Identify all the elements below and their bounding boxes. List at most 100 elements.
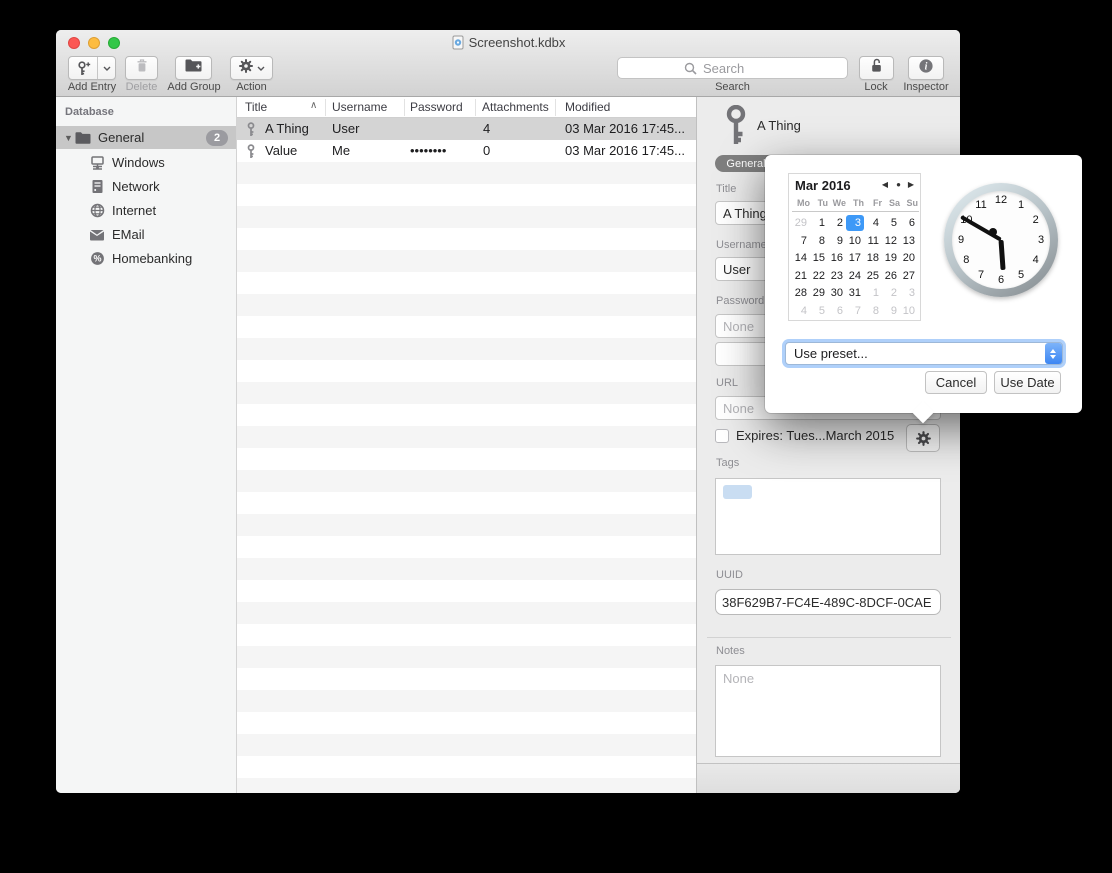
calendar-day[interactable]: 7 (846, 303, 864, 319)
empty-row (237, 448, 696, 470)
clock-number: 6 (993, 274, 1009, 286)
table-row[interactable]: A ThingUser403 Mar 2016 17:45... (237, 118, 696, 140)
calendar-day[interactable]: 28 (792, 285, 810, 301)
calendar-day[interactable]: 22 (810, 268, 828, 284)
calendar-day[interactable]: 21 (792, 268, 810, 284)
calendar-day[interactable]: 24 (846, 268, 864, 284)
delete-button[interactable] (125, 56, 158, 80)
calendar-day[interactable]: 6 (900, 215, 918, 231)
clock[interactable]: 123456789101112 (944, 183, 1058, 297)
sidebar-item-windows[interactable]: Windows (56, 151, 236, 174)
today-icon[interactable]: ● (896, 180, 901, 189)
calendar-day[interactable]: 5 (810, 303, 828, 319)
calendar-day[interactable]: 13 (900, 233, 918, 249)
calendar-day[interactable]: 14 (792, 250, 810, 266)
empty-row (237, 734, 696, 756)
calendar-day[interactable]: 2 (828, 215, 846, 231)
calendar-day[interactable]: 5 (882, 215, 900, 231)
column-header-title[interactable]: Title (245, 100, 267, 114)
calendar-day[interactable]: 1 (864, 285, 882, 301)
tags-label: Tags (716, 457, 739, 469)
column-header-attachments[interactable]: Attachments (482, 100, 549, 114)
calendar-day[interactable]: 30 (828, 285, 846, 301)
empty-row (237, 492, 696, 514)
calendar-week: 45678910 (792, 302, 919, 320)
calendar-day[interactable]: 10 (900, 303, 918, 319)
sidebar-item-network[interactable]: Network (56, 175, 236, 198)
tag-pill[interactable] (723, 485, 752, 499)
calendar-day[interactable]: 3 (900, 285, 918, 301)
calendar-day[interactable]: 29 (792, 215, 810, 231)
calendar-day[interactable]: 19 (882, 250, 900, 266)
sidebar-item-internet[interactable]: Internet (56, 199, 236, 222)
expires-date-button[interactable] (906, 424, 940, 452)
calendar-day[interactable]: 29 (810, 285, 828, 301)
preset-select[interactable]: Use preset... (785, 342, 1063, 365)
calendar-day[interactable]: 11 (864, 233, 882, 249)
calendar-day[interactable]: 27 (900, 268, 918, 284)
calendar-day[interactable]: 2 (882, 285, 900, 301)
calendar-day[interactable]: 26 (882, 268, 900, 284)
calendar-day[interactable]: 18 (864, 250, 882, 266)
uuid-label: UUID (716, 569, 743, 581)
empty-row (237, 294, 696, 316)
cancel-button[interactable]: Cancel (925, 371, 987, 394)
empty-row (237, 778, 696, 793)
calendar-day[interactable]: 9 (828, 233, 846, 249)
calendar-day[interactable]: 15 (810, 250, 828, 266)
count-badge: 2 (206, 130, 228, 146)
calendar-day[interactable]: 4 (792, 303, 810, 319)
column-header-password[interactable]: Password (410, 100, 463, 114)
next-month-icon[interactable]: ▶ (908, 180, 914, 189)
disclosure-triangle-icon[interactable]: ▼ (64, 133, 74, 143)
sidebar-group-general[interactable]: ▼General2 (56, 126, 236, 149)
calendar-week: 29123456 (792, 214, 919, 232)
cell-title: Value (265, 143, 297, 158)
uuid-field[interactable]: 38F629B7-FC4E-489C-8DCF-0CAE (715, 589, 941, 615)
calendar-day[interactable]: 16 (828, 250, 846, 266)
cell-username: User (332, 121, 359, 136)
calendar-day[interactable]: 31 (846, 285, 864, 301)
add-entry-button[interactable] (68, 56, 116, 80)
calendar-day-names: MoTuWeThFrSaSu (792, 198, 919, 212)
action-button[interactable] (230, 56, 273, 80)
use-date-button[interactable]: Use Date (994, 371, 1061, 394)
day-name: Tu (810, 198, 828, 208)
calendar-day[interactable]: 12 (882, 233, 900, 249)
table-row[interactable]: ValueMe••••••••003 Mar 2016 17:45... (237, 140, 696, 162)
calendar-day[interactable]: 8 (864, 303, 882, 319)
calendar-day[interactable]: 20 (900, 250, 918, 266)
calendar-day[interactable]: 8 (810, 233, 828, 249)
empty-row (237, 690, 696, 712)
calendar-day[interactable]: 17 (846, 250, 864, 266)
search-input[interactable]: Search (617, 57, 848, 79)
sidebar-item-homebanking[interactable]: %Homebanking (56, 247, 236, 270)
expires-checkbox[interactable] (715, 429, 729, 443)
svg-text:%: % (93, 254, 101, 264)
chevron-down-icon (257, 66, 265, 71)
inspector-button[interactable]: i (908, 56, 944, 80)
calendar-day[interactable]: 7 (792, 233, 810, 249)
calendar-day[interactable]: 10 (846, 233, 864, 249)
calendar-day[interactable]: 23 (828, 268, 846, 284)
empty-row (237, 426, 696, 448)
calendar-day[interactable]: 3 (846, 215, 864, 231)
prev-month-icon[interactable]: ◀ (882, 180, 888, 189)
window-title: Screenshot.kdbx (56, 35, 960, 53)
sidebar-item-email[interactable]: EMail (56, 223, 236, 246)
calendar-day[interactable]: 25 (864, 268, 882, 284)
add-entry-dropdown[interactable] (98, 57, 115, 79)
lock-button[interactable] (859, 56, 894, 80)
notes-field[interactable]: None (715, 665, 941, 757)
calendar-day[interactable]: 6 (828, 303, 846, 319)
column-header-username[interactable]: Username (332, 100, 387, 114)
calendar-day[interactable]: 9 (882, 303, 900, 319)
calendar-week: 78910111213 (792, 232, 919, 250)
calendar-day[interactable]: 4 (864, 215, 882, 231)
column-separator (555, 99, 556, 116)
calendar-day[interactable]: 1 (810, 215, 828, 231)
column-header-modified[interactable]: Modified (565, 100, 610, 114)
tags-box[interactable] (715, 478, 941, 555)
add-group-button[interactable] (175, 56, 212, 80)
calendar: Mar 2016 ◀ ● ▶ MoTuWeThFrSaSu 2912345678… (788, 173, 921, 321)
